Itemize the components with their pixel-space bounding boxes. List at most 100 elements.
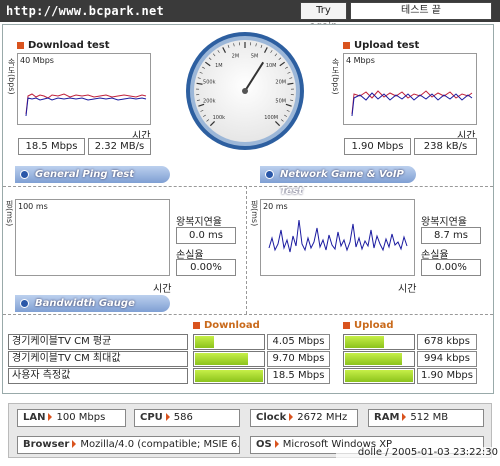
arrow-icon (165, 413, 170, 421)
bullet-icon (193, 321, 200, 329)
gauge-label: 500k (203, 79, 216, 85)
gauge-label: 10M (266, 63, 277, 69)
ping-scale: 100 ms (18, 202, 48, 211)
browser-value: Mozilla/4.0 (compatible; MSIE 6.0 (80, 439, 240, 450)
section-dot-icon (265, 170, 274, 179)
ping-rtt-label: 왕복지연율 (176, 217, 222, 228)
gauge-label: 20M (275, 79, 286, 85)
browser-label: Browser (23, 439, 70, 450)
game-ylabel: 핑(ms) (250, 200, 259, 227)
clock-label: Clock (256, 412, 287, 423)
ping-graph: 100 ms (15, 199, 170, 276)
download-graph: 40 Mbps (17, 53, 151, 125)
game-rtt-label: 왕복지연율 (421, 217, 467, 228)
game-xlabel: 시간 (398, 284, 417, 295)
section-dot-icon (20, 170, 29, 179)
lan-label: LAN (23, 412, 46, 423)
upload-bar-value: 1.90 Mbps (417, 368, 477, 384)
bullet-icon (17, 41, 24, 49)
gauge-label: 50M (275, 99, 286, 105)
download-bar (193, 351, 265, 367)
download-mbs: 2.32 MB/s (88, 138, 151, 155)
ping-loss-value: 0.00% (176, 259, 236, 276)
bandwidth-upload-header: Upload (343, 320, 393, 331)
bandwidth-download-header: Download (193, 320, 260, 331)
game-rtt-value: 8.7 ms (421, 227, 481, 244)
divider (3, 314, 493, 315)
cpu-value: 586 (173, 412, 193, 423)
gauge-label: 2M (232, 53, 240, 59)
download-title: Download test (17, 40, 110, 51)
bandwidth-row-label: 사용자 측정값 (8, 368, 188, 384)
speedtest-window: http://www.bcpark.net Try again 테스트 끝 Do… (0, 0, 500, 466)
download-ylabel: 속도(bps) (7, 58, 16, 95)
speed-gauge: 100k 200k 500k 1M 2M 5M 10M 20M 50M 100M (186, 32, 304, 150)
upload-line (351, 90, 473, 117)
download-bar-fill (195, 336, 214, 348)
upload-bar (343, 351, 415, 367)
upload-kbs: 238 kB/s (414, 138, 477, 155)
upload-bar-value: 678 kbps (417, 334, 477, 350)
game-graph: 20 ms (260, 199, 415, 276)
ram-label: RAM (374, 412, 400, 423)
upload-title: Upload test (343, 40, 419, 51)
download-bar (193, 334, 265, 350)
bandwidth-download-label: Download (204, 320, 260, 331)
gauge-label: 200k (203, 99, 216, 105)
download-bar-value: 9.70 Mbps (267, 351, 330, 367)
download-line (25, 93, 147, 117)
upload-bar-fill (345, 336, 384, 348)
game-section-bar: Network Game & VoIP Test (260, 166, 416, 197)
upload-mbps: 1.90 Mbps (344, 138, 411, 155)
section-dot-icon (20, 299, 29, 308)
ping-rtt-value: 0.0 ms (176, 227, 236, 244)
game-loss-value: 0.00% (421, 259, 481, 276)
bullet-icon (343, 321, 350, 329)
try-again-button[interactable]: Try again (300, 2, 347, 32)
cpu-label: CPU (140, 412, 163, 423)
timestamp-stamp: dolle / 2005-01-03 23:22:30 (336, 447, 498, 458)
upload-title-text: Upload test (354, 40, 420, 51)
upload-ylabel: 속도(bps) (331, 58, 340, 95)
arrow-icon (402, 413, 407, 421)
download-bar-value: 18.5 Mbps (267, 368, 330, 384)
status-text: 테스트 끝 (350, 2, 492, 20)
browser-info: Browser Mozilla/4.0 (compatible; MSIE 6.0 (17, 436, 240, 454)
clock-value: 2672 MHz (297, 412, 348, 423)
bandwidth-upload-label: Upload (354, 320, 394, 331)
arrow-icon (274, 440, 279, 448)
upload-bar-value: 994 kbps (417, 351, 477, 367)
gauge-label: 1M (215, 63, 223, 69)
ram-info: RAM 512 MB (368, 409, 484, 427)
divider (3, 186, 493, 187)
upload-bar (343, 368, 415, 384)
download-bar-fill (195, 370, 263, 382)
gauge-label: 100M (264, 115, 278, 121)
game-line (268, 219, 408, 253)
lan-info: LAN 100 Mbps (17, 409, 126, 427)
os-label: OS (256, 439, 272, 450)
download-mbps: 18.5 Mbps (18, 138, 85, 155)
clock-info: Clock 2672 MHz (250, 409, 358, 427)
upload-bar-fill (345, 353, 402, 365)
download-title-text: Download test (28, 40, 110, 51)
ping-section-title: General Ping Test (35, 169, 135, 180)
ping-section-bar: General Ping Test (15, 166, 170, 183)
bullet-icon (343, 41, 350, 49)
ram-value: 512 MB (410, 412, 449, 423)
download-bar-value: 4.05 Mbps (267, 334, 330, 350)
arrow-icon (289, 413, 294, 421)
download-bar (193, 368, 265, 384)
upload-bar-fill (345, 370, 413, 382)
gauge-label: 5M (251, 53, 259, 59)
lan-value: 100 Mbps (56, 412, 106, 423)
download-bar-fill (195, 353, 248, 365)
bandwidth-section-bar: Bandwidth Gauge (15, 295, 170, 312)
site-url[interactable]: http://www.bcpark.net (6, 4, 164, 18)
cpu-info: CPU 586 (134, 409, 240, 427)
divider-vertical (246, 186, 247, 314)
arrow-icon (48, 413, 53, 421)
ping-xlabel: 시간 (153, 284, 172, 295)
arrow-icon (72, 440, 77, 448)
ping-ylabel: 핑(ms) (5, 200, 14, 227)
